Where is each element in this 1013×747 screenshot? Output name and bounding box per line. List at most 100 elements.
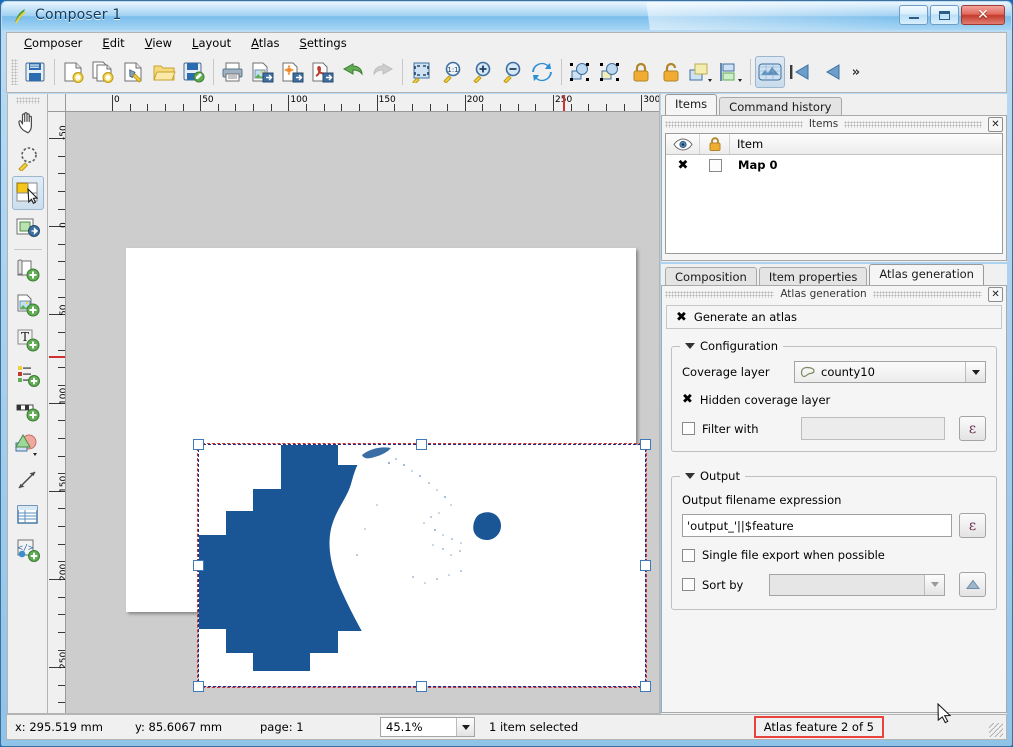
tab-atlas-generation[interactable]: Atlas generation [869, 264, 984, 285]
atlas-first-feature-icon[interactable] [785, 56, 815, 88]
move-item-content-tool[interactable] [12, 211, 44, 245]
left-toolbar-grip[interactable] [15, 97, 40, 104]
export-svg-icon[interactable] [278, 56, 308, 88]
hidden-coverage-layer-checkbox[interactable]: ✖ [682, 392, 693, 407]
resize-handle-w[interactable] [193, 560, 204, 571]
add-label-tool[interactable]: T [12, 323, 44, 357]
menu-settings[interactable]: Settings [291, 34, 356, 52]
coverage-layer-dropdown-arrow[interactable] [965, 362, 985, 382]
add-legend-tool[interactable] [12, 358, 44, 392]
resize-grip[interactable] [989, 723, 1003, 737]
save-template-icon[interactable] [179, 56, 209, 88]
filter-expression-button[interactable]: ε [959, 416, 986, 441]
toolbar-overflow-button[interactable]: » [845, 65, 867, 80]
composer-manager-icon[interactable] [119, 56, 149, 88]
hidden-coverage-layer-row[interactable]: ✖ Hidden coverage layer [682, 392, 986, 407]
zoom-tool[interactable] [12, 141, 44, 175]
menu-view[interactable]: View [136, 34, 181, 52]
menu-atlas[interactable]: Atlas [242, 34, 288, 52]
vertical-ruler[interactable]: -50 0 50 100 150 200 250 [48, 112, 66, 713]
zoom-in-icon[interactable] [467, 56, 497, 88]
tab-item-properties[interactable]: Item properties [758, 267, 868, 285]
output-filename-expression-button[interactable]: ε [959, 513, 986, 538]
coverage-layer-combo[interactable]: county10 [794, 361, 986, 383]
zoom-full-icon[interactable] [407, 56, 437, 88]
add-arrow-tool[interactable] [12, 463, 44, 497]
items-tree[interactable]: Item ✖ Map 0 [665, 133, 1003, 254]
select-move-item-tool[interactable] [11, 176, 44, 210]
zoom-level-combo[interactable]: 45.1% [380, 717, 475, 737]
resize-handle-e[interactable] [640, 560, 651, 571]
sort-ascending-icon[interactable] [959, 572, 986, 597]
row-item-name[interactable]: Map 0 [730, 155, 1002, 175]
raise-items-icon[interactable] [686, 56, 716, 88]
sort-by-combo[interactable] [769, 573, 945, 596]
resize-handle-se[interactable] [640, 681, 651, 692]
add-table-tool[interactable] [12, 498, 44, 532]
tab-items[interactable]: Items [665, 94, 718, 115]
configuration-group-title[interactable]: Configuration [680, 339, 783, 353]
chevron-down-icon[interactable] [685, 473, 695, 479]
zoom-level-dropdown-arrow[interactable] [456, 718, 474, 736]
refresh-view-icon[interactable] [527, 56, 557, 88]
add-image-tool[interactable] [12, 288, 44, 322]
load-template-icon[interactable] [149, 56, 179, 88]
generate-atlas-checkbox[interactable]: ✖ [676, 310, 687, 325]
generate-atlas-row[interactable]: ✖ Generate an atlas [666, 305, 1002, 329]
lock-checkbox[interactable] [708, 158, 722, 172]
add-map-tool[interactable] [12, 253, 44, 287]
lock-column-header[interactable] [700, 134, 730, 154]
tab-composition[interactable]: Composition [665, 267, 757, 285]
row-lock-checkbox[interactable] [700, 155, 730, 175]
add-scalebar-tool[interactable] [12, 393, 44, 427]
table-row[interactable]: ✖ Map 0 [666, 155, 1002, 175]
print-icon[interactable] [218, 56, 248, 88]
composition-page[interactable] [126, 248, 651, 692]
filter-with-checkbox[interactable] [682, 422, 695, 435]
resize-handle-ne[interactable] [640, 439, 651, 450]
export-pdf-icon[interactable] [308, 56, 338, 88]
resize-handle-n[interactable] [416, 439, 427, 450]
visibility-column-header[interactable] [666, 134, 700, 154]
menu-edit[interactable]: Edit [93, 34, 133, 52]
items-panel-close-icon[interactable]: ✕ [988, 116, 1003, 132]
output-filename-expression-input[interactable]: 'output_'||$feature [682, 514, 952, 537]
add-shape-tool[interactable] [12, 428, 44, 462]
resize-handle-s[interactable] [416, 681, 427, 692]
row-visibility-checkbox[interactable]: ✖ [666, 155, 700, 175]
lock-items-icon[interactable] [626, 56, 656, 88]
single-file-export-row[interactable]: Single file export when possible [682, 548, 986, 562]
select-all-icon[interactable] [566, 56, 596, 88]
deselect-all-icon[interactable] [596, 56, 626, 88]
horizontal-ruler[interactable]: 050100150200250300 [66, 94, 659, 112]
item-column-header[interactable]: Item [730, 134, 1002, 154]
chevron-down-icon[interactable] [685, 343, 695, 349]
filter-with-input[interactable] [801, 417, 945, 440]
atlas-preview-icon[interactable] [755, 56, 785, 88]
export-image-icon[interactable] [248, 56, 278, 88]
sort-by-dropdown-arrow[interactable] [924, 574, 944, 595]
toolbar-grip[interactable] [11, 59, 18, 85]
close-button[interactable]: ✕ [961, 5, 1005, 25]
add-html-frame-tool[interactable]: </> [12, 533, 44, 567]
resize-handle-nw[interactable] [193, 439, 204, 450]
undo-icon[interactable] [338, 56, 368, 88]
pan-tool[interactable] [12, 106, 44, 140]
zoom-actual-size-icon[interactable]: 1:1 [437, 56, 467, 88]
resize-handle-sw[interactable] [193, 681, 204, 692]
sort-by-checkbox[interactable] [682, 578, 695, 591]
menu-composer[interactable]: Composer [15, 34, 91, 52]
maximize-button[interactable] [930, 5, 959, 25]
tab-command-history[interactable]: Command history [719, 97, 842, 115]
unlock-items-icon[interactable] [656, 56, 686, 88]
new-composer-icon[interactable] [59, 56, 89, 88]
save-project-icon[interactable] [20, 56, 50, 88]
single-file-export-checkbox[interactable] [682, 548, 695, 562]
atlas-previous-feature-icon[interactable] [815, 56, 845, 88]
map-item-map0[interactable] [199, 445, 645, 686]
minimize-button[interactable] [899, 5, 928, 25]
redo-icon[interactable] [368, 56, 398, 88]
zoom-out-icon[interactable] [497, 56, 527, 88]
composer-scene[interactable] [66, 112, 659, 713]
menu-layout[interactable]: Layout [183, 34, 240, 52]
